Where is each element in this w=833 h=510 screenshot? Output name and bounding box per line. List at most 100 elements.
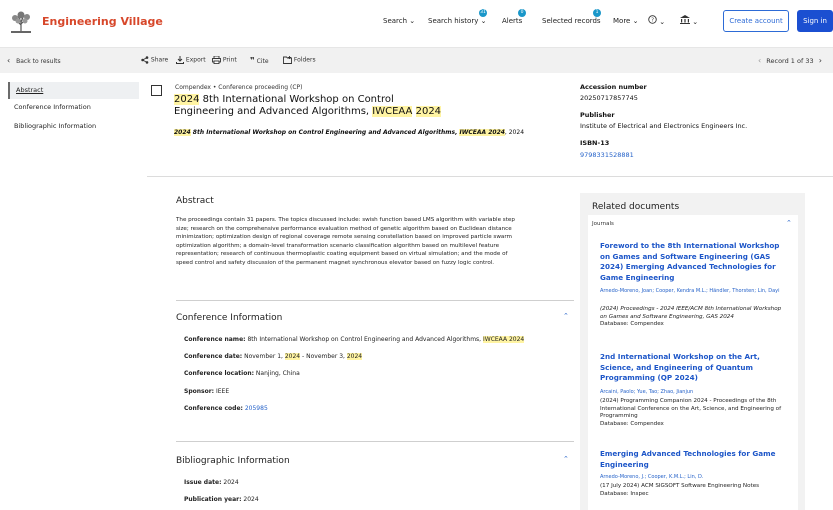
- brand-name[interactable]: Engineering Village: [42, 15, 163, 28]
- printer-icon: [212, 55, 221, 65]
- select-record-checkbox[interactable]: [151, 85, 162, 96]
- abstract-heading: Abstract: [176, 196, 214, 206]
- related-document-source: (2024) Programming Companion 2024 - Proc…: [600, 398, 785, 428]
- print-button[interactable]: Print: [212, 55, 237, 65]
- related-document-title-link[interactable]: Emerging Advanced Technologies for Game …: [600, 449, 785, 470]
- abstract-line: optimization algorithm; a domain-level t…: [176, 242, 500, 249]
- related-document-database: Database: Compendex: [600, 321, 664, 328]
- conference-date-label: Conference date:: [184, 353, 243, 360]
- accession-number-label: Accession number: [580, 83, 647, 91]
- abstract-line: speed control and safety discussion of t…: [176, 259, 495, 266]
- source-highlight: IWCEAA 2024: [459, 129, 505, 136]
- related-document-authors[interactable]: Arnedo-Moreno, J.; Cooper, K.M.L.; Lin, …: [600, 473, 785, 481]
- help-menu[interactable]: ? ⌄: [648, 15, 665, 26]
- export-button[interactable]: Export: [176, 56, 206, 64]
- create-account-button[interactable]: Create account: [723, 10, 789, 32]
- related-documents-panel: Related documents Journals ⌃ Foreword to…: [580, 193, 805, 510]
- nav-more[interactable]: More ⌄: [613, 17, 638, 25]
- title-highlight: 2024: [415, 106, 442, 117]
- conference-date-part: November 1,: [242, 353, 285, 360]
- related-documents-heading: Related documents: [592, 202, 680, 212]
- title-text: 8th International Workshop on Control: [199, 94, 394, 105]
- folder-add-icon: [283, 56, 292, 64]
- related-document-authors[interactable]: Arcaini, Paolo; Yue, Tao; Zhao, Jianjun: [600, 388, 785, 396]
- chevron-down-icon: ⌄: [659, 18, 666, 26]
- publication-year-label: Publication year:: [184, 496, 242, 503]
- leftnav-item-bibliographic-information[interactable]: Bibliographic Information: [8, 118, 139, 135]
- sponsor-row: Sponsor: IEEE: [184, 388, 229, 395]
- nav-alerts[interactable]: Alerts: [502, 17, 522, 25]
- conference-code-label: Conference code:: [184, 405, 243, 412]
- chevron-down-icon: ⌄: [692, 18, 699, 26]
- cite-button[interactable]: ❞ Cite: [250, 56, 269, 65]
- source-text: 8th International Workshop on Control En…: [190, 129, 460, 136]
- selected-records-count-badge: 1: [593, 9, 601, 17]
- back-to-results-label: Back to results: [16, 58, 61, 65]
- chevron-left-icon: ‹: [7, 56, 11, 65]
- cite-label: Cite: [256, 58, 269, 65]
- leftnav-item-conference-information[interactable]: Conference Information: [8, 99, 139, 116]
- issue-date-label: Issue date:: [184, 479, 222, 486]
- alerts-count-badge: 0: [518, 9, 526, 17]
- related-document-source: (2024) Proceedings - 2024 IEEE/ACM 8th I…: [600, 306, 785, 329]
- sign-in-button[interactable]: Sign in: [797, 10, 833, 32]
- nav-search-history[interactable]: Search history ⌄: [428, 17, 486, 25]
- conference-name-label: Conference name:: [184, 336, 246, 343]
- journals-group: Journals ⌃ Foreword to the 8th Internati…: [588, 215, 798, 510]
- related-document-title-link[interactable]: Foreword to the 8th International Worksh…: [600, 241, 785, 283]
- sponsor-value: IEEE: [214, 388, 230, 395]
- related-document-authors[interactable]: Arnedo-Moreno, Joan; Cooper, Kendra M.L.…: [600, 287, 785, 295]
- conference-code-link[interactable]: 205985: [245, 405, 268, 412]
- related-document-publication: (17 July 2024) ACM SIGSOFT Software Engi…: [600, 483, 760, 489]
- isbn-label: ISBN-13: [580, 139, 610, 147]
- source-highlight: 2024: [174, 129, 191, 136]
- conference-date-highlight: 2024: [284, 353, 301, 360]
- leftnav-item-abstract[interactable]: Abstract: [8, 82, 139, 99]
- folders-label: Folders: [293, 56, 316, 64]
- title-highlight: 2024: [174, 94, 200, 105]
- bibliographic-information-heading: Bibliographic Information: [176, 456, 290, 466]
- abstract-line: representation; research of continuous t…: [176, 251, 508, 258]
- folders-button[interactable]: Folders: [283, 56, 316, 64]
- isbn-link[interactable]: 9798331528881: [580, 151, 634, 159]
- collapse-chevron-up-icon[interactable]: ⌃: [786, 219, 792, 227]
- chevron-down-icon: ⌄: [480, 17, 487, 25]
- abstract-body: The proceedings contain 31 papers. The t…: [176, 216, 572, 268]
- conference-name-value: 8th International Workshop on Control En…: [245, 336, 483, 343]
- related-document-source: (17 July 2024) ACM SIGSOFT Software Engi…: [600, 483, 785, 498]
- export-label: Export: [185, 56, 206, 64]
- next-record-chevron-icon[interactable]: ›: [819, 56, 822, 65]
- related-document-title-link[interactable]: 2nd International Workshop on the Art, S…: [600, 352, 785, 384]
- top-header: Engineering Village Search ⌄ Search hist…: [0, 0, 833, 45]
- conference-date-part: - November 3,: [300, 353, 347, 360]
- conference-location-value: Nanjing, China: [254, 370, 300, 377]
- conference-date-highlight: 2024: [346, 353, 363, 360]
- record-pagination: ‹ Record 1 of 33 ›: [758, 56, 822, 65]
- institution-menu[interactable]: ⌄: [680, 15, 698, 26]
- previous-record-chevron-icon[interactable]: ‹: [758, 56, 761, 65]
- related-document-database: Database: Inspec: [600, 490, 649, 497]
- proceedings-source: 2024 8th International Workshop on Contr…: [174, 129, 564, 136]
- abstract-line: size; research on the comprehensive perf…: [176, 225, 512, 232]
- accession-number-value: 20250717857745: [580, 94, 638, 102]
- back-to-results-link[interactable]: ‹ Back to results: [7, 56, 61, 65]
- title-text: Engineering and Advanced Algorithms,: [174, 106, 373, 117]
- record-title: 2024 8th International Workshop on Contr…: [174, 94, 534, 118]
- share-icon: [141, 56, 149, 64]
- conference-code-row: Conference code: 205985: [184, 405, 268, 412]
- quote-icon: ❞: [250, 56, 255, 65]
- journals-group-label: Journals: [592, 221, 614, 227]
- share-label: Share: [150, 56, 169, 64]
- conference-location-row: Conference location: Nanjing, China: [184, 370, 300, 377]
- nav-search[interactable]: Search ⌄: [383, 17, 415, 25]
- nav-search-label: Search: [383, 17, 408, 25]
- nav-search-history-label: Search history: [428, 17, 479, 25]
- elsevier-tree-logo-icon[interactable]: [8, 10, 34, 34]
- header-divider: [147, 176, 833, 177]
- print-label: Print: [222, 56, 237, 64]
- collapse-chevron-up-icon[interactable]: ⌃: [563, 455, 569, 463]
- collapse-chevron-up-icon[interactable]: ⌃: [563, 312, 569, 320]
- nav-selected-records[interactable]: Selected records: [542, 17, 601, 25]
- share-button[interactable]: Share: [141, 56, 168, 64]
- publisher-value: Institute of Electrical and Electronics …: [580, 122, 748, 130]
